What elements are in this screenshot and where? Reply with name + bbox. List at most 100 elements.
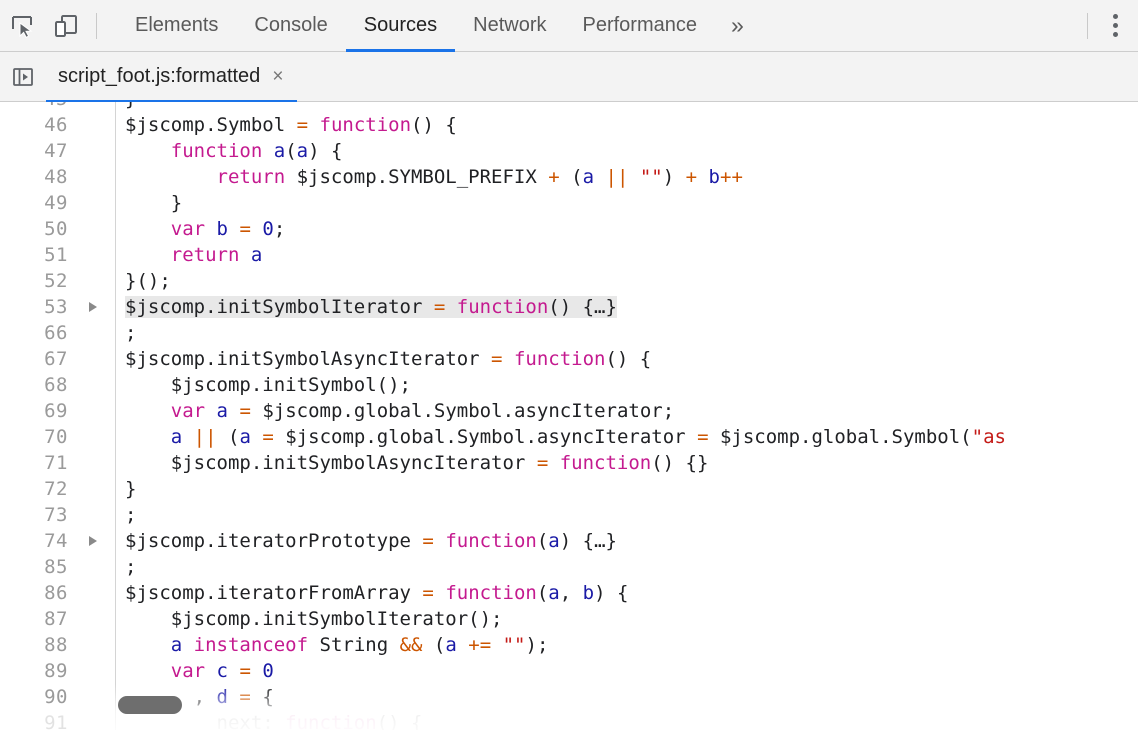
tab-console[interactable]: Console xyxy=(236,0,345,52)
line-content[interactable]: var c = 0 xyxy=(115,658,1138,684)
tab-elements[interactable]: Elements xyxy=(117,0,236,52)
line-gutter: 87 xyxy=(0,606,115,632)
code-line[interactable]: 50 var b = 0; xyxy=(0,216,1138,242)
code-line[interactable]: 86 $jscomp.iteratorFromArray = function(a… xyxy=(0,580,1138,606)
code-line[interactable]: 70 a || (a = $jscomp.global.Symbol.async… xyxy=(0,424,1138,450)
line-number[interactable]: 48 xyxy=(44,166,68,188)
toolbar-right-group xyxy=(1077,0,1138,52)
line-text: }(); xyxy=(125,270,171,292)
line-number[interactable]: 68 xyxy=(44,374,68,396)
line-content[interactable]: $jscomp.initSymbol(); xyxy=(115,372,1138,398)
line-number[interactable]: 53 xyxy=(44,296,68,318)
fold-triangle-icon[interactable] xyxy=(89,536,97,546)
line-number[interactable]: 70 xyxy=(44,426,68,448)
tab-performance[interactable]: Performance xyxy=(565,0,716,52)
line-number[interactable]: 72 xyxy=(44,478,68,500)
line-content[interactable]: $jscomp.iteratorFromArray = function(a, … xyxy=(115,580,1138,606)
line-number[interactable]: 46 xyxy=(44,114,68,136)
line-number[interactable]: 51 xyxy=(44,244,68,266)
code-line[interactable]: 51 return a xyxy=(0,242,1138,268)
line-content[interactable]: ; xyxy=(115,320,1138,346)
line-content[interactable]: ; xyxy=(115,554,1138,580)
code-token xyxy=(205,660,216,682)
line-text: ; xyxy=(125,556,136,578)
line-content[interactable]: var b = 0; xyxy=(115,216,1138,242)
code-line[interactable]: 69 var a = $jscomp.global.Symbol.asyncIt… xyxy=(0,398,1138,424)
line-content[interactable]: , d = { xyxy=(115,684,1138,710)
line-number[interactable]: 67 xyxy=(44,348,68,370)
line-number[interactable]: 50 xyxy=(44,218,68,240)
line-content[interactable]: return $jscomp.SYMBOL_PREFIX + (a || "")… xyxy=(115,164,1138,190)
line-content[interactable]: }(); xyxy=(115,268,1138,294)
line-number[interactable]: 74 xyxy=(44,530,68,552)
code-line[interactable]: 73; xyxy=(0,502,1138,528)
line-number[interactable]: 90 xyxy=(44,686,68,708)
line-content[interactable]: ; xyxy=(115,502,1138,528)
more-tabs-chevron-icon[interactable]: » xyxy=(715,0,760,52)
line-number[interactable]: 87 xyxy=(44,608,68,630)
line-number[interactable]: 52 xyxy=(44,270,68,292)
horizontal-scrollbar-thumb[interactable] xyxy=(118,696,182,714)
code-line[interactable]: 45} xyxy=(0,102,1138,112)
line-content[interactable]: $jscomp.initSymbolIterator = function() … xyxy=(115,294,1138,320)
close-icon[interactable]: × xyxy=(272,67,283,86)
line-content[interactable]: } xyxy=(115,190,1138,216)
line-content[interactable]: var a = $jscomp.global.Symbol.asyncItera… xyxy=(115,398,1138,424)
line-number[interactable]: 47 xyxy=(44,140,68,162)
line-content[interactable]: function a(a) { xyxy=(115,138,1138,164)
code-line[interactable]: 52 }(); xyxy=(0,268,1138,294)
code-line[interactable]: 85; xyxy=(0,554,1138,580)
line-content[interactable]: } xyxy=(115,102,1138,112)
line-gutter: 70 xyxy=(0,424,115,450)
line-content[interactable]: return a xyxy=(115,242,1138,268)
code-line[interactable]: 48 return $jscomp.SYMBOL_PREFIX + (a || … xyxy=(0,164,1138,190)
line-content[interactable]: a || (a = $jscomp.global.Symbol.asyncIte… xyxy=(115,424,1138,450)
code-line[interactable]: 46 $jscomp.Symbol = function() { xyxy=(0,112,1138,138)
line-content[interactable]: $jscomp.initSymbolAsyncIterator = functi… xyxy=(115,346,1138,372)
line-number[interactable]: 69 xyxy=(44,400,68,422)
line-content[interactable]: a instanceof String && (a += ""); xyxy=(115,632,1138,658)
line-content[interactable]: } xyxy=(115,476,1138,502)
line-number[interactable]: 91 xyxy=(44,712,68,730)
code-line[interactable]: 87 $jscomp.initSymbolIterator(); xyxy=(0,606,1138,632)
code-line[interactable]: 89 var c = 0 xyxy=(0,658,1138,684)
code-line[interactable]: 47 function a(a) { xyxy=(0,138,1138,164)
line-number[interactable]: 73 xyxy=(44,504,68,526)
line-content[interactable]: $jscomp.initSymbolIterator(); xyxy=(115,606,1138,632)
line-content[interactable]: $jscomp.Symbol = function() { xyxy=(115,112,1138,138)
code-line[interactable]: 72} xyxy=(0,476,1138,502)
code-line[interactable]: 67 $jscomp.initSymbolAsyncIterator = func… xyxy=(0,346,1138,372)
line-text: var b = 0; xyxy=(125,218,285,240)
code-token: || xyxy=(606,166,629,188)
line-number[interactable]: 88 xyxy=(44,634,68,656)
code-line[interactable]: 53 $jscomp.initSymbolIterator = function(… xyxy=(0,294,1138,320)
line-number[interactable]: 89 xyxy=(44,660,68,682)
line-content[interactable]: next: function() { xyxy=(115,710,1138,730)
code-line[interactable]: 74 $jscomp.iteratorPrototype = function(a… xyxy=(0,528,1138,554)
tab-sources[interactable]: Sources xyxy=(346,0,455,52)
code-line[interactable]: 71 $jscomp.initSymbolAsyncIterator = fun… xyxy=(0,450,1138,476)
line-number[interactable]: 86 xyxy=(44,582,68,604)
line-number[interactable]: 71 xyxy=(44,452,68,474)
line-content[interactable]: $jscomp.initSymbolAsyncIterator = functi… xyxy=(115,450,1138,476)
line-content[interactable]: $jscomp.iteratorPrototype = function(a) … xyxy=(115,528,1138,554)
vertical-dots-menu-icon[interactable] xyxy=(1092,0,1138,52)
line-number[interactable]: 49 xyxy=(44,192,68,214)
code-line[interactable]: 49 } xyxy=(0,190,1138,216)
code-line[interactable]: 88 a instanceof String && (a += ""); xyxy=(0,632,1138,658)
code-token: && xyxy=(400,634,423,656)
fold-triangle-icon[interactable] xyxy=(89,302,97,312)
line-text: $jscomp.initSymbolAsyncIterator = functi… xyxy=(125,348,651,370)
show-navigator-icon[interactable] xyxy=(0,52,46,102)
code-token: ; xyxy=(125,556,136,578)
line-number[interactable]: 66 xyxy=(44,322,68,344)
device-toolbar-icon[interactable] xyxy=(44,0,88,52)
code-line[interactable]: 66; xyxy=(0,320,1138,346)
tab-network[interactable]: Network xyxy=(455,0,564,52)
line-number[interactable]: 85 xyxy=(44,556,68,578)
file-tab-script-foot-js[interactable]: script_foot.js:formatted × xyxy=(46,52,297,102)
inspect-element-icon[interactable] xyxy=(0,0,44,52)
code-line[interactable]: 68 $jscomp.initSymbol(); xyxy=(0,372,1138,398)
line-number[interactable]: 45 xyxy=(44,102,68,110)
source-code-editor[interactable]: 45}46$jscomp.Symbol = function() {47 fun… xyxy=(0,102,1138,730)
